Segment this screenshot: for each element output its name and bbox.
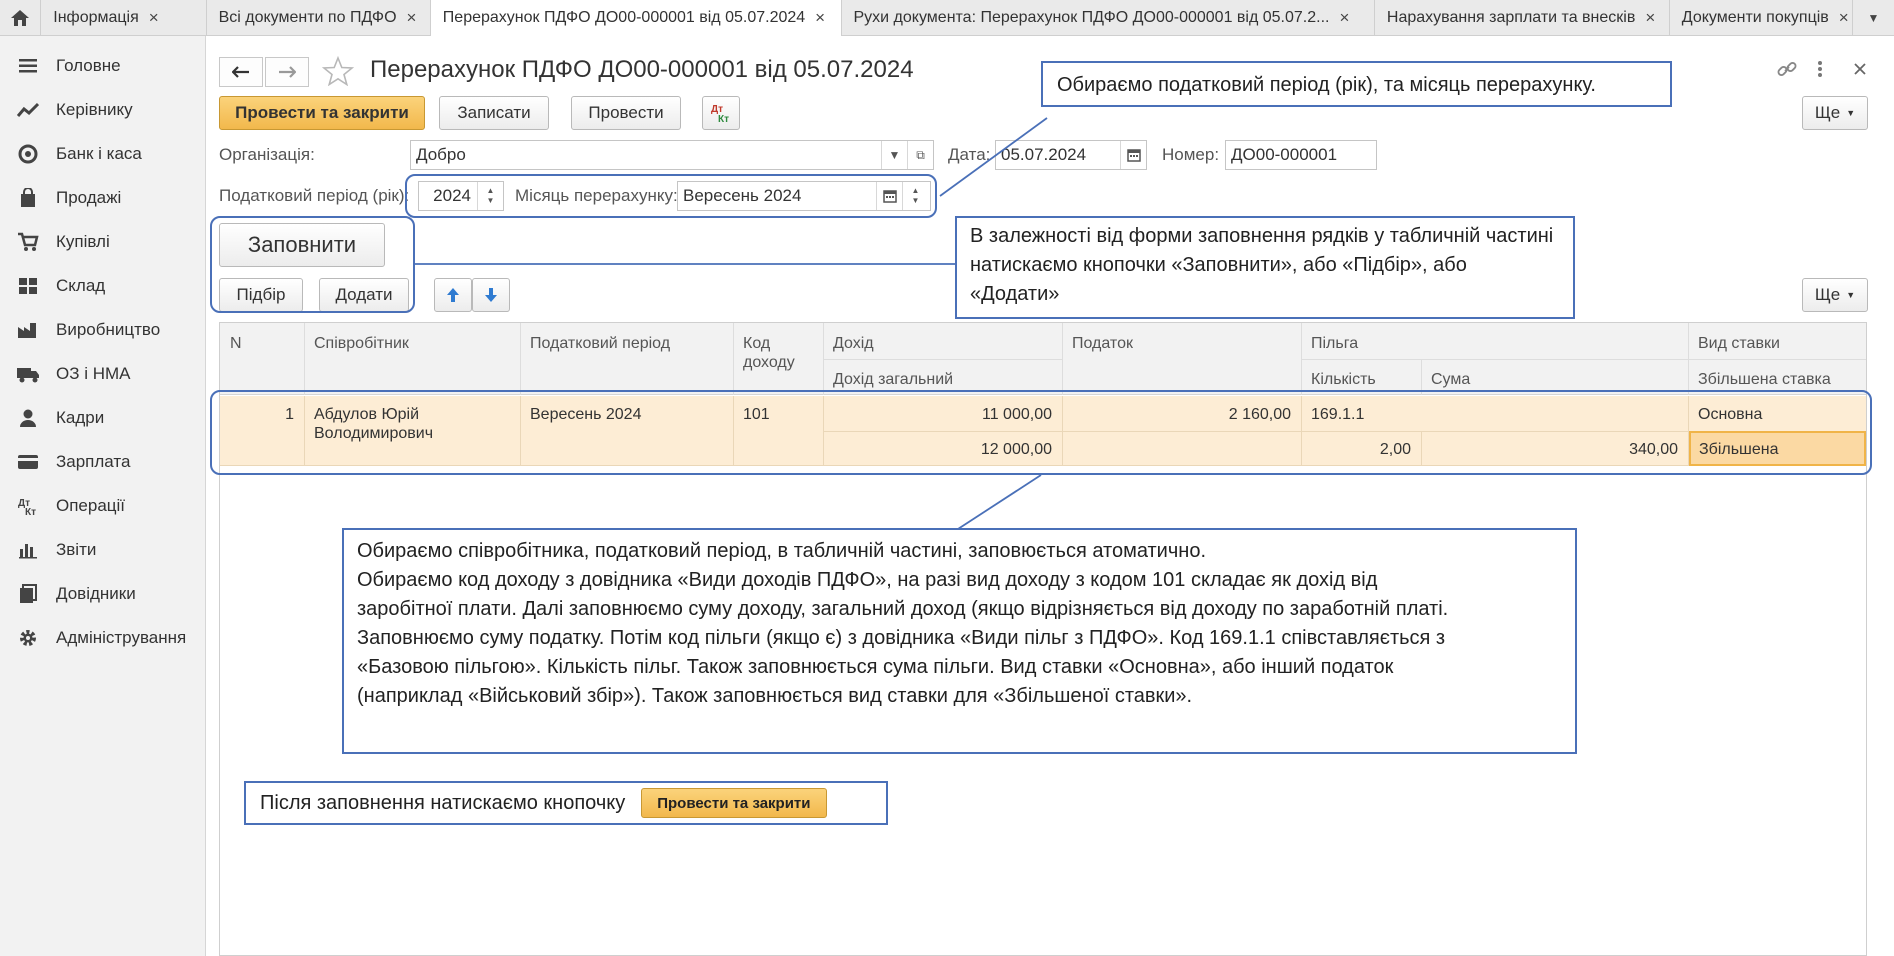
close-icon[interactable]: ×	[149, 8, 159, 28]
callout-table-line: Обираємо код доходу з довідника «Види до…	[357, 569, 1378, 591]
menu-icon	[0, 58, 56, 74]
sidebar-item-label: Звіти	[56, 540, 97, 559]
close-icon[interactable]: ×	[1645, 8, 1655, 28]
sidebar-item-bank[interactable]: Банк і каса	[0, 132, 206, 176]
tab-customer-docs[interactable]: Документи покупців ×	[1670, 0, 1853, 36]
sidebar-item-manager[interactable]: Керівнику	[0, 88, 206, 132]
callout-table: Обираємо співробітника, податковий періо…	[342, 528, 1577, 754]
sidebar-item-label: Купівлі	[56, 232, 110, 251]
callout-table-line: «Базовою пільгою». Кількість пільг. Тако…	[357, 656, 1394, 678]
sidebar-item-label: Кадри	[56, 408, 105, 427]
callout-period: Обираємо податковий період (рік), та міс…	[1041, 61, 1672, 107]
sidebar-item-label: Керівнику	[56, 100, 133, 119]
sidebar-item-salary[interactable]: Зарплата	[0, 440, 206, 484]
sidebar-item-label: Банк і каса	[56, 144, 142, 163]
sidebar-item-purchases[interactable]: Купівлі	[0, 220, 206, 264]
close-icon[interactable]: ×	[1339, 8, 1349, 28]
post-and-close-button-example: Провести та закрити	[641, 788, 827, 818]
sidebar-item-label: Головне	[56, 56, 121, 75]
sidebar-item-label: Продажі	[56, 188, 122, 207]
sidebar-item-warehouse[interactable]: Склад	[0, 264, 206, 308]
callout-table-line: заробітної плати. Далі заповнюємо суму д…	[357, 598, 1449, 620]
dt-kt-icon: ДтКт	[0, 496, 56, 516]
tab-label: Документи покупців	[1681, 9, 1829, 26]
person-icon	[0, 408, 56, 428]
grid-icon	[0, 277, 56, 295]
sidebar: Головне Керівнику Банк і каса Продажі Ку…	[0, 36, 206, 956]
books-icon	[0, 584, 56, 604]
gear-icon	[0, 628, 56, 648]
tab-label: Всі документи по ПДФО	[218, 9, 397, 26]
truck-icon	[0, 365, 56, 383]
sidebar-item-label: Зарплата	[56, 452, 131, 471]
sidebar-item-catalogs[interactable]: Довідники	[0, 572, 206, 616]
sidebar-item-reports[interactable]: Звіти	[0, 528, 206, 572]
close-icon[interactable]: ×	[407, 8, 417, 28]
sidebar-item-operations[interactable]: Дт Кт Операції	[0, 484, 206, 528]
bar-chart-icon	[0, 541, 56, 559]
callout-fill: В залежності від форми заповнення рядків…	[955, 216, 1575, 319]
tab-doc-movements[interactable]: Рухи документа: Перерахунок ПДФО ДО00-00…	[842, 0, 1375, 36]
tab-label: Перерахунок ПДФО ДО00-000001 від 05.07.2…	[442, 9, 806, 26]
callout-table-line: Заповнюємо суму податку. Потім код пільг…	[357, 627, 1446, 649]
callout-table-line: (наприклад «Військовий збір»). Також зап…	[357, 685, 1193, 707]
document-form: Перерахунок ПДФО ДО00-000001 від 05.07.2…	[207, 36, 1894, 956]
cart-icon	[0, 232, 56, 252]
sidebar-item-label: Склад	[56, 276, 106, 295]
callout-table-line: Обираємо співробітника, податковий періо…	[357, 540, 1206, 562]
factory-icon	[0, 321, 56, 339]
tab-recalc-doc[interactable]: Перерахунок ПДФО ДО00-000001 від 05.07.2…	[430, 0, 842, 36]
svg-text:Кт: Кт	[25, 507, 36, 516]
sidebar-item-hr[interactable]: Кадри	[0, 396, 206, 440]
tab-label: Рухи документа: Перерахунок ПДФО ДО00-00…	[853, 9, 1330, 26]
sidebar-item-production[interactable]: Виробництво	[0, 308, 206, 352]
tab-label: Інформація	[53, 9, 139, 26]
tab-info[interactable]: Інформація ×	[41, 0, 207, 36]
tab-payroll[interactable]: Нарахування зарплати та внесків ×	[1375, 0, 1670, 36]
sidebar-item-label: Операції	[56, 496, 126, 515]
callout-period-text: Обираємо податковий період (рік), та міс…	[1057, 74, 1596, 96]
coins-icon	[0, 144, 56, 164]
bag-icon	[0, 188, 56, 208]
sidebar-item-label: Довідники	[56, 584, 136, 603]
home-icon	[11, 10, 30, 26]
tab-label: Нарахування зарплати та внесків	[1386, 9, 1636, 26]
sidebar-item-sales[interactable]: Продажі	[0, 176, 206, 220]
callout-final-text: Після заповнення натискаємо кнопочку	[260, 791, 626, 814]
sidebar-item-main[interactable]: Головне	[0, 44, 206, 88]
home-button[interactable]	[0, 0, 42, 36]
card-icon	[0, 454, 56, 470]
sidebar-item-label: ОЗ і НМА	[56, 364, 131, 383]
sidebar-item-fixed-assets[interactable]: ОЗ і НМА	[0, 352, 206, 396]
sidebar-item-label: Виробництво	[56, 320, 161, 339]
close-icon[interactable]: ×	[815, 8, 825, 28]
tab-all-docs[interactable]: Всі документи по ПДФО ×	[207, 0, 431, 36]
tabs-dropdown[interactable]: ▼	[1853, 0, 1894, 36]
trend-icon	[0, 102, 56, 118]
sidebar-item-label: Адміністрування	[56, 628, 187, 647]
chevron-down-icon: ▼	[1867, 11, 1880, 25]
callout-final: Після заповнення натискаємо кнопочку Про…	[244, 781, 888, 825]
callout-fill-text: В залежності від форми заповнення рядків…	[970, 225, 1554, 305]
sidebar-item-administration[interactable]: Адміністрування	[0, 616, 206, 660]
tab-bar: Інформація × Всі документи по ПДФО × Пер…	[0, 0, 1894, 36]
close-icon[interactable]: ×	[1839, 8, 1849, 28]
